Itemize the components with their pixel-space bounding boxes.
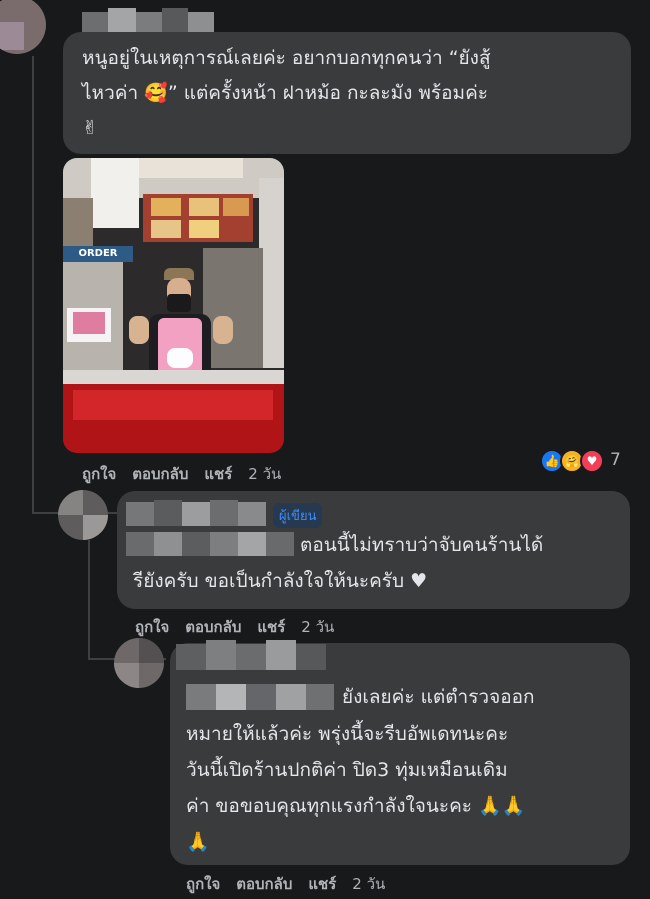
reply-text-line2: รียังครับ ขอเป็นกำลังใจให้นะครับ ♥	[133, 570, 428, 592]
reply2-text-rest: หมายให้แล้วค่ะ พรุ่งนี้จะรีบอัพเดทนะคะ ว…	[186, 723, 526, 853]
reply2-mention-blurred[interactable]	[186, 684, 334, 710]
reply2-actions: ถูกใจ ตอบกลับ แชร์ 2 วัน	[186, 872, 401, 896]
reaction-count: 7	[610, 450, 621, 470]
comment-text: หนูอยู่ในเหตุการณ์เลยค่ะ อยากบอกทุกคนว่า…	[82, 47, 491, 139]
comment-photo[interactable]: ORDER HERE	[63, 158, 284, 453]
reply-link[interactable]: ตอบกลับ	[185, 615, 241, 639]
like-link[interactable]: ถูกใจ	[186, 872, 220, 896]
share-link[interactable]: แชร์	[204, 462, 232, 486]
thread-line	[32, 56, 34, 514]
reply-author-avatar[interactable]	[58, 490, 108, 540]
share-link[interactable]: แชร์	[257, 615, 285, 639]
timestamp[interactable]: 2 วัน	[301, 615, 334, 639]
reply-mention-blurred[interactable]	[126, 532, 294, 556]
love-reaction-icon: ♥	[580, 449, 604, 473]
reply2-name-blurred[interactable]	[176, 640, 326, 670]
like-link[interactable]: ถูกใจ	[135, 615, 169, 639]
timestamp[interactable]: 2 วัน	[248, 462, 281, 486]
share-link[interactable]: แชร์	[308, 872, 336, 896]
reactions-summary[interactable]: 👍 🤗 ♥ 7	[540, 448, 632, 474]
like-link[interactable]: ถูกใจ	[82, 462, 116, 486]
reply-text-line1: ตอนนี้ไม่ทราบว่าจับคนร้านได้	[300, 534, 544, 556]
photo-sign: ORDER HERE	[63, 246, 133, 262]
reply-link[interactable]: ตอบกลับ	[132, 462, 188, 486]
author-badge: ผู้เขียน	[273, 503, 323, 528]
thread-line	[88, 540, 90, 660]
reply-actions: ถูกใจ ตอบกลับ แชร์ 2 วัน	[135, 615, 350, 639]
reply2-text-line1: ยังเลยค่ะ แต่ตำรวจออก	[342, 686, 535, 708]
reply-link[interactable]: ตอบกลับ	[236, 872, 292, 896]
commenter-name-blurred[interactable]	[82, 8, 214, 34]
reply-author-name-blurred[interactable]	[126, 500, 266, 526]
commenter-avatar[interactable]	[0, 0, 46, 54]
comment-actions: ถูกใจ ตอบกลับ แชร์ 2 วัน	[82, 462, 297, 486]
timestamp[interactable]: 2 วัน	[352, 872, 385, 896]
reply2-avatar[interactable]	[114, 638, 164, 688]
